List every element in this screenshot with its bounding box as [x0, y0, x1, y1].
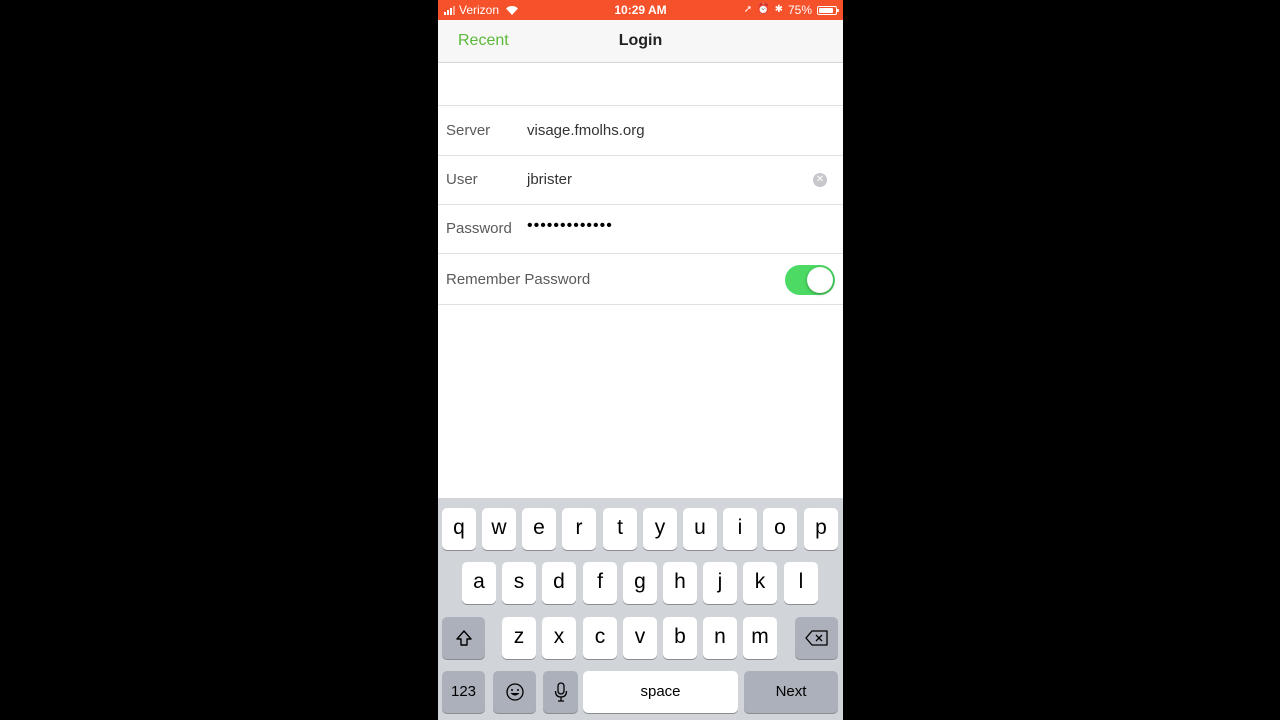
- server-label: Server: [446, 122, 491, 139]
- dictation-key[interactable]: [543, 671, 578, 713]
- shift-key[interactable]: [442, 617, 485, 659]
- key-y[interactable]: y: [643, 508, 677, 550]
- keyboard: q w e r t y u i o p a s d f g h j k l z …: [438, 498, 843, 720]
- key-f[interactable]: f: [583, 562, 617, 604]
- key-r[interactable]: r: [562, 508, 596, 550]
- space-key[interactable]: space: [583, 671, 738, 713]
- key-g[interactable]: g: [623, 562, 657, 604]
- key-m[interactable]: m: [743, 617, 777, 659]
- password-label: Password: [446, 220, 512, 237]
- location-icon: ➚: [743, 4, 753, 15]
- next-key[interactable]: Next: [744, 671, 838, 713]
- key-v[interactable]: v: [623, 617, 657, 659]
- key-k[interactable]: k: [743, 562, 777, 604]
- clear-text-icon[interactable]: ✕: [813, 173, 827, 187]
- toggle-knob: [807, 267, 833, 293]
- phone-screen: Verizon 10:29 AM ➚ ⏰ ✱ 75% Recent Login …: [438, 0, 843, 720]
- numbers-key[interactable]: 123: [442, 671, 485, 713]
- key-e[interactable]: e: [522, 508, 556, 550]
- microphone-icon: [554, 682, 567, 702]
- key-i[interactable]: i: [723, 508, 757, 550]
- alarm-icon: ⏰: [757, 4, 770, 15]
- battery-icon: [817, 5, 839, 15]
- user-label: User: [446, 171, 478, 188]
- status-bar: Verizon 10:29 AM ➚ ⏰ ✱ 75%: [438, 0, 843, 20]
- password-row[interactable]: Password •••••••••••••: [438, 204, 843, 254]
- key-t[interactable]: t: [603, 508, 637, 550]
- key-j[interactable]: j: [703, 562, 737, 604]
- bluetooth-icon: ✱: [774, 4, 783, 15]
- remember-password-row: Remember Password: [438, 254, 843, 305]
- key-u[interactable]: u: [683, 508, 717, 550]
- password-field[interactable]: •••••••••••••: [527, 217, 613, 235]
- backspace-icon: [804, 630, 828, 646]
- key-s[interactable]: s: [502, 562, 536, 604]
- key-p[interactable]: p: [804, 508, 838, 550]
- key-d[interactable]: d: [542, 562, 576, 604]
- key-z[interactable]: z: [502, 617, 536, 659]
- remember-password-toggle[interactable]: [785, 265, 835, 295]
- key-h[interactable]: h: [663, 562, 697, 604]
- key-c[interactable]: c: [583, 617, 617, 659]
- form-top-spacer: [438, 63, 843, 106]
- key-w[interactable]: w: [482, 508, 516, 550]
- key-b[interactable]: b: [663, 617, 697, 659]
- key-l[interactable]: l: [784, 562, 818, 604]
- key-q[interactable]: q: [442, 508, 476, 550]
- emoji-key[interactable]: [493, 671, 536, 713]
- user-field[interactable]: jbrister: [527, 171, 572, 188]
- battery-percent: 75%: [787, 3, 812, 17]
- key-a[interactable]: a: [462, 562, 496, 604]
- status-right: ➚ ⏰ ✱ 75%: [743, 3, 839, 17]
- emoji-icon: [505, 683, 524, 701]
- user-row[interactable]: User jbrister ✕: [438, 155, 843, 205]
- remember-password-label: Remember Password: [446, 271, 591, 288]
- server-field[interactable]: visage.fmolhs.org: [527, 122, 645, 139]
- server-row[interactable]: Server visage.fmolhs.org: [438, 106, 843, 156]
- key-x[interactable]: x: [542, 617, 576, 659]
- delete-key[interactable]: [795, 617, 838, 659]
- page-title: Login: [618, 32, 663, 49]
- key-o[interactable]: o: [763, 508, 797, 550]
- shift-icon: [455, 630, 472, 646]
- key-n[interactable]: n: [703, 617, 737, 659]
- navigation-bar: Recent Login: [438, 20, 843, 63]
